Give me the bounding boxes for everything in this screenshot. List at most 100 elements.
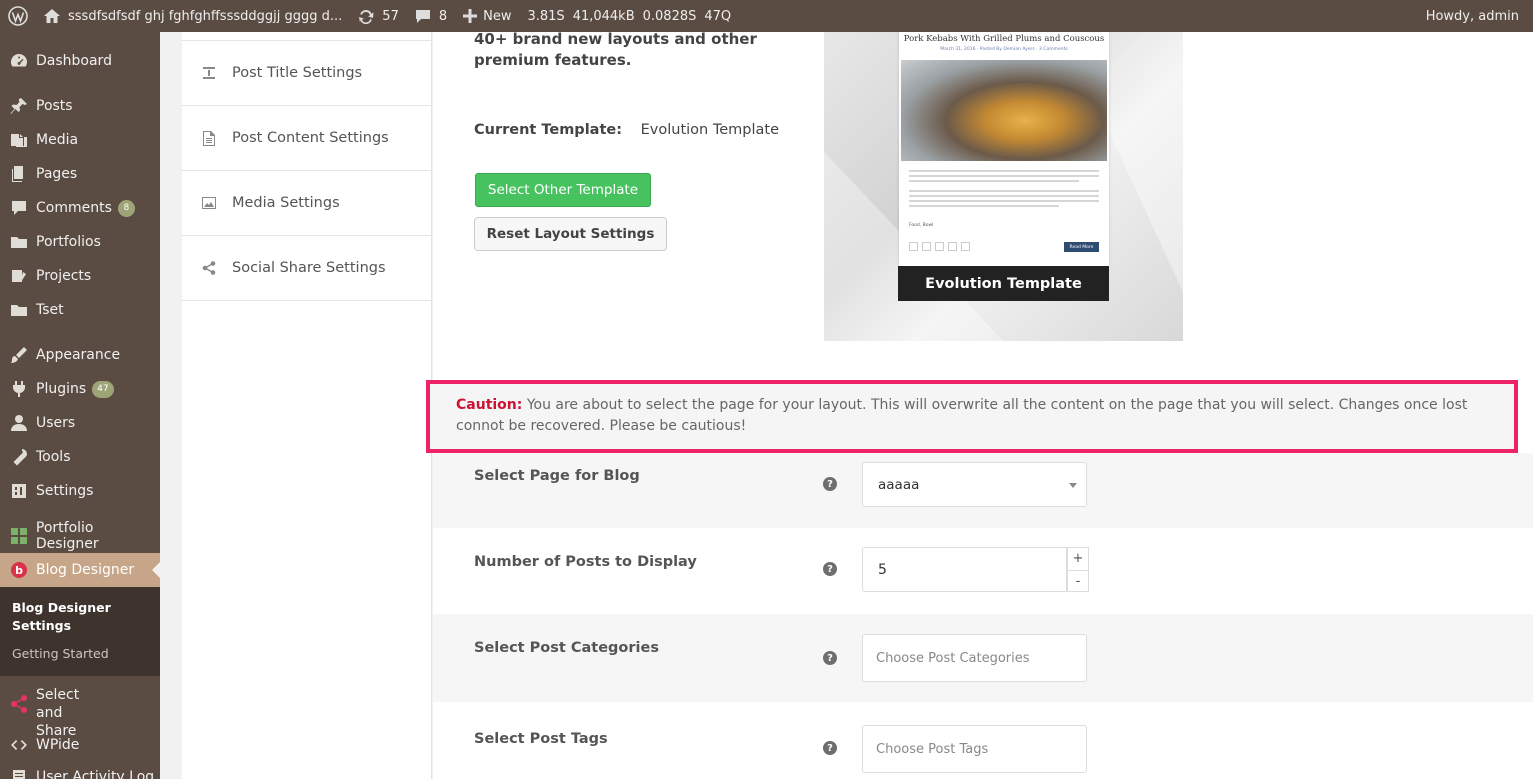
current-template-value: Evolution Template [640,122,780,138]
decrement-button[interactable]: - [1068,570,1088,591]
increment-button[interactable]: + [1068,548,1088,569]
comments-count: 8 [438,8,448,24]
posts-count-input[interactable]: 5 [862,547,1067,592]
sidebar-item-label: User Activity Log [36,769,155,779]
post-tags-input[interactable]: Choose Post Tags [862,725,1087,773]
dashboard-icon [8,51,30,71]
sidebar-item-tset[interactable]: Tset [0,293,160,327]
sidebar-item-appearance[interactable]: Appearance [0,338,160,372]
sidebar-item-settings[interactable]: Settings [0,474,160,508]
caution-text: You are about to select the page for you… [456,397,1468,434]
nav-item-social-share-settings[interactable]: Social Share Settings [182,236,432,301]
blog-designer-submenu: Blog Designer Settings Getting Started [0,587,160,676]
row-number-of-posts: Number of Posts to Display ? 5 + - [433,528,1533,614]
preview-social-icon [961,242,970,251]
preview-post-meta: March 31, 2016 · Posted By Demian Ayers … [940,47,1068,52]
sidebar-item-blog-designer[interactable]: b Blog Designer [0,553,160,587]
help-icon[interactable]: ? [823,477,837,491]
sidebar-item-plugins[interactable]: Plugins 47 [0,372,160,406]
post-tags-label: Select Post Tags [474,731,608,747]
nav-item-label: Post Content Settings [232,130,389,146]
preview-text-line [909,195,1099,197]
wordpress-logo-icon[interactable] [0,0,36,32]
perf-query-time: 0.0828S [642,8,697,24]
preview-text-line [909,190,1099,192]
preview-post-image [901,60,1107,161]
nav-item-post-title-settings[interactable]: Post Title Settings [182,41,432,106]
preview-social-icon [948,242,957,251]
sidebar-item-media[interactable]: Media [0,123,160,157]
sidebar-item-comments[interactable]: Comments 8 [0,191,160,225]
sidebar-item-user-activity-log[interactable]: User Activity Log [0,760,160,779]
sidebar-item-label: Portfolio Designer [35,520,99,552]
comments-link[interactable]: 8 [407,0,455,32]
preview-post-card: Pork Kebabs With Grilled Plums and Cousc… [899,32,1109,266]
help-icon[interactable]: ? [823,651,837,665]
select-page-dropdown[interactable]: aaaaa [862,462,1087,507]
sidebar-item-portfolio-designer[interactable]: Portfolio Designer [0,519,160,553]
media-icon [8,130,30,150]
sidebar-item-label: Settings [36,483,94,499]
sidebar-item-select-and-share[interactable]: Select and Share [0,684,160,739]
current-template-label: Current Template: [474,122,623,138]
sidebar-item-portfolios[interactable]: Portfolios [0,225,160,259]
updates-link[interactable]: 57 [350,0,407,32]
help-icon[interactable]: ? [823,741,837,755]
query-monitor-link[interactable]: 3.81S 41,044kB 0.0828S 47Q [519,0,739,32]
sidebar-item-label: Tools [36,449,71,465]
nav-item-media-settings[interactable]: Media Settings [182,171,432,236]
sidebar-item-label: Media [36,132,79,148]
sidebar-item-dashboard[interactable]: Dashboard [0,44,160,78]
preview-read-more: Read More [1064,242,1099,252]
sidebar-item-pages[interactable]: Pages [0,157,160,191]
sidebar-item-label: Appearance [36,347,121,363]
sidebar-item-posts[interactable]: Posts [0,89,160,123]
refresh-icon [358,8,374,24]
image-icon [202,195,216,211]
select-page-label: Select Page for Blog [474,468,640,484]
posts-count-stepper: + - [1067,547,1089,592]
admin-bar: sssdfsdfsdf ghj fghfghffsssddggjj gggg d… [0,0,1533,32]
title-icon [202,65,216,81]
row-post-categories: Select Post Categories ? Choose Post Cat… [433,614,1533,702]
main-content: 40+ brand new layouts and other premium … [426,30,1533,779]
sidebar-item-label: Comments [36,200,112,216]
log-icon [8,767,30,779]
sidebar-item-users[interactable]: Users [0,406,160,440]
site-name-link[interactable]: sssdfsdfsdf ghj fghfghffsssddggjj gggg d… [36,0,350,32]
plugin-icon [8,379,30,399]
wrench-icon [8,447,30,467]
select-page-value: aaaaa [878,476,920,493]
nav-item-label: Social Share Settings [232,260,386,276]
submenu-getting-started[interactable]: Getting Started [12,646,109,661]
row-post-tags: Select Post Tags ? Choose Post Tags [433,702,1533,779]
nav-item-post-content-settings[interactable]: Post Content Settings [182,106,432,171]
sidebar-item-wpide[interactable]: WPide [0,728,160,762]
pages-icon [8,164,30,184]
posts-count-value: 5 [878,561,887,578]
preview-post-title: Pork Kebabs With Grilled Plums and Cousc… [903,34,1105,44]
preview-template-name: Evolution Template [898,266,1109,301]
new-content-link[interactable]: New [455,0,519,32]
sidebar-item-label: Tset [36,302,64,318]
help-icon[interactable]: ? [823,562,837,576]
projects-icon [8,266,30,286]
sidebar-item-tools[interactable]: Tools [0,440,160,474]
post-categories-input[interactable]: Choose Post Categories [862,634,1087,682]
sidebar-item-label: Plugins [36,381,87,397]
home-icon [44,9,60,23]
my-account-link[interactable]: Howdy, admin [1418,0,1533,32]
settings-icon [8,481,30,501]
blog-icon: b [8,560,30,580]
sidebar-item-projects[interactable]: Projects [0,259,160,293]
nav-item-label: Post Title Settings [232,65,363,81]
select-other-template-button[interactable]: Select Other Template [475,173,651,207]
user-icon [8,413,30,433]
preview-text-line [909,170,1099,172]
submenu-blog-designer-settings[interactable]: Blog Designer Settings [12,599,152,635]
premium-intro-text: 40+ brand new layouts and other premium … [474,30,757,69]
caution-notice: Caution: You are about to select the pag… [426,380,1518,453]
reset-layout-settings-button[interactable]: Reset Layout Settings [474,217,667,251]
sidebar-item-label: Posts [36,98,73,114]
plugins-badge: 47 [92,380,114,398]
